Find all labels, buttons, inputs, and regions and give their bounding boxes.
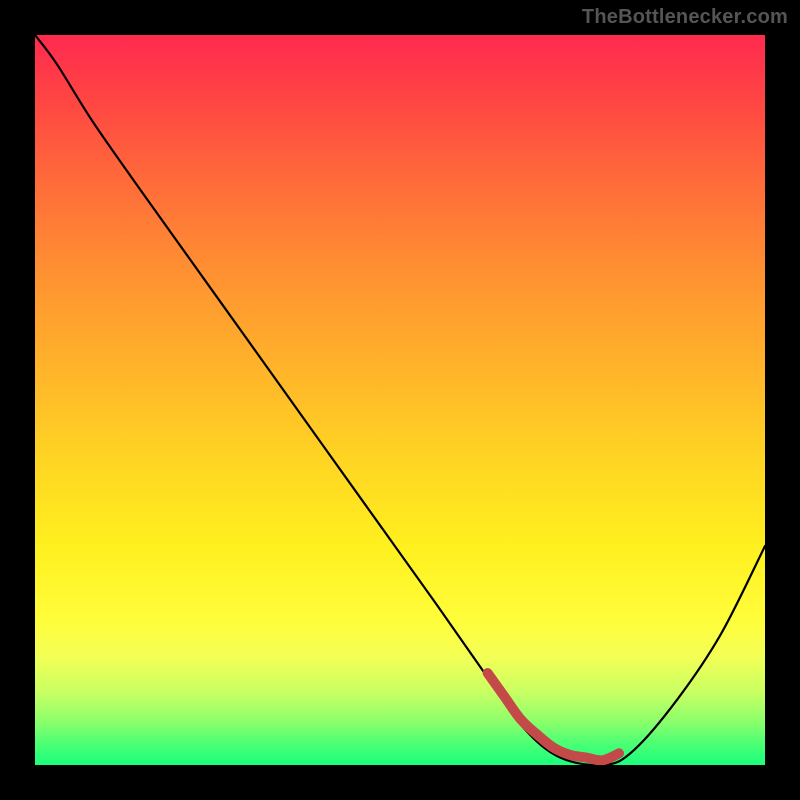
plot-area — [35, 35, 765, 765]
watermark-text: TheBottlenecker.com — [582, 6, 788, 29]
curve-layer — [35, 35, 765, 765]
optimal-range-marker — [488, 673, 619, 760]
chart-frame: TheBottlenecker.com — [0, 0, 800, 800]
bottleneck-curve — [35, 35, 765, 765]
